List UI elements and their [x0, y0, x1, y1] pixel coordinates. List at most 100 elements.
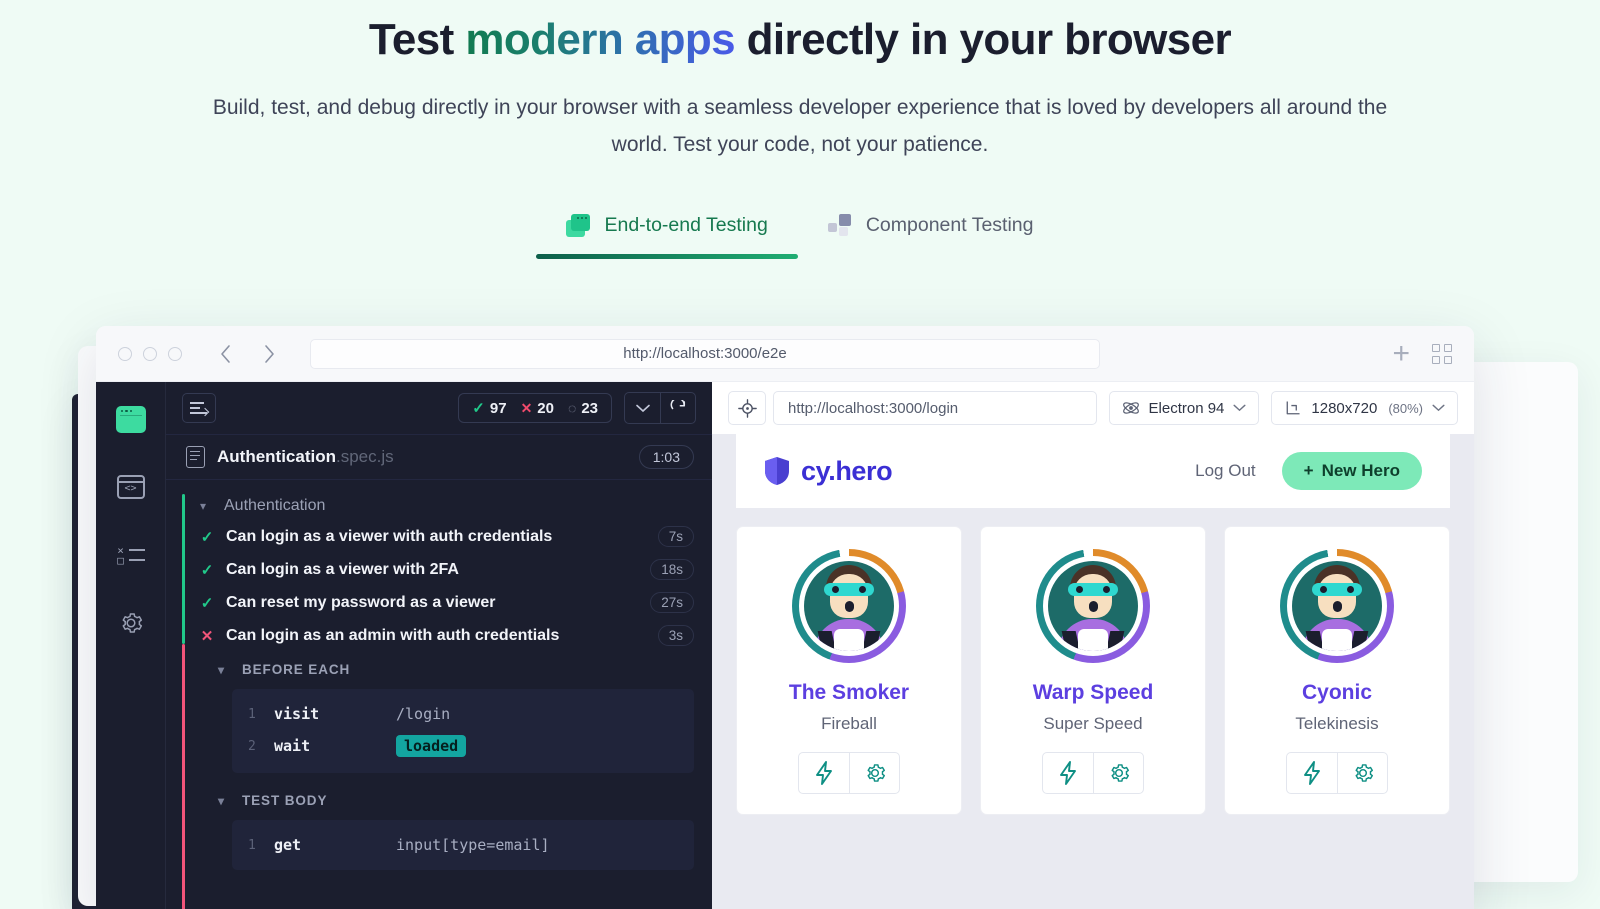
page-root: Test modern apps directly in your browse…: [0, 0, 1600, 909]
test-duration: 27s: [650, 592, 694, 613]
test-title: Can reset my password as a viewer: [226, 594, 495, 612]
rerun-button[interactable]: [660, 392, 696, 424]
aut-header: cy.hero Log Out + New Hero: [736, 434, 1450, 508]
test-duration: 7s: [658, 526, 694, 547]
gear-icon[interactable]: [1093, 753, 1143, 793]
test-title: Can login as a viewer with auth credenti…: [226, 528, 552, 546]
shield-icon: [764, 456, 790, 486]
cross-icon: ✕: [200, 627, 214, 645]
command-name: visit: [274, 705, 396, 723]
browser-window: http://localhost:3000/e2e +: [96, 326, 1474, 909]
test-row[interactable]: ✓ Can reset my password as a viewer 27s: [166, 586, 712, 619]
test-row[interactable]: ✕ Can login as an admin with auth creden…: [166, 619, 712, 652]
test-title: Can login as a viewer with 2FA: [226, 561, 459, 579]
aut-header-actions: Log Out + New Hero: [1195, 452, 1422, 490]
lightning-icon[interactable]: [799, 753, 849, 793]
collapse-button[interactable]: [624, 392, 660, 424]
stat-pending-count: 23: [581, 400, 598, 417]
minimize-window-button[interactable]: [143, 347, 157, 361]
toggle-specs-button[interactable]: [182, 393, 216, 423]
aut-brand-name: cy.hero: [801, 456, 892, 487]
check-icon: ✓: [200, 561, 214, 579]
aut-brand[interactable]: cy.hero: [764, 456, 892, 487]
test-body-section-header[interactable]: ▾ TEST BODY: [166, 783, 712, 816]
viewport-scale-label: (80%): [1388, 401, 1423, 416]
electron-icon: [1122, 399, 1140, 417]
avatar: [792, 549, 906, 663]
reporter-controls: [624, 392, 696, 424]
suite-status-bar-pass: [182, 494, 185, 644]
browser-selector-label: Electron 94: [1149, 400, 1225, 417]
tab-component-testing[interactable]: Component Testing: [798, 208, 1064, 259]
headline-highlight: modern apps: [465, 15, 735, 64]
command-row[interactable]: 1 visit /login: [232, 699, 694, 729]
selector-playground-button[interactable]: [728, 391, 766, 425]
hero-card[interactable]: Warp Speed Super Speed: [980, 526, 1206, 815]
preview-url-field[interactable]: http://localhost:3000/login: [773, 391, 1097, 425]
hero-section: Test modern apps directly in your browse…: [0, 0, 1600, 164]
test-suite-label: Authentication: [224, 497, 325, 515]
chevron-down-icon: ▾: [218, 663, 230, 677]
hero-actions: [1042, 752, 1144, 794]
browser-selector[interactable]: Electron 94: [1109, 391, 1260, 425]
stat-failed: ✕ 20: [521, 400, 554, 417]
section-title: TEST BODY: [242, 793, 327, 808]
command-row[interactable]: 2 wait loaded: [232, 729, 694, 763]
close-window-button[interactable]: [118, 347, 132, 361]
command-name: get: [274, 836, 396, 854]
spec-header-row[interactable]: Authentication.spec.js 1:03: [166, 434, 712, 480]
test-row[interactable]: ✓ Can login as a viewer with auth creden…: [166, 520, 712, 553]
maximize-window-button[interactable]: [168, 347, 182, 361]
hero-card[interactable]: Cyonic Telekinesis: [1224, 526, 1450, 815]
sidebar-item-runs[interactable]: × □: [113, 538, 149, 572]
hero-name: Warp Speed: [991, 681, 1195, 705]
test-suite-row[interactable]: ▾ Authentication: [166, 492, 712, 520]
address-bar[interactable]: http://localhost:3000/e2e: [310, 339, 1100, 369]
chevron-down-icon: [1432, 404, 1445, 412]
spec-duration-badge: 1:03: [639, 445, 694, 469]
suite-status-bar-fail: [182, 644, 185, 909]
plus-icon[interactable]: +: [1392, 339, 1410, 369]
back-button[interactable]: [210, 339, 240, 369]
command-number: 1: [248, 838, 274, 853]
command-tag: loaded: [396, 735, 466, 757]
pending-circle-icon: ◌: [568, 400, 576, 416]
avatar-face: [804, 561, 894, 651]
tab-end-to-end-testing[interactable]: End-to-end Testing: [536, 208, 797, 259]
check-icon: ✓: [200, 528, 214, 546]
reporter-toolbar: ✓ 97 ✕ 20 ◌ 23: [166, 382, 712, 434]
sidebar-item-settings[interactable]: [113, 606, 149, 640]
command-row[interactable]: 1 get input[type=email]: [232, 830, 694, 860]
hero-card[interactable]: The Smoker Fireball: [736, 526, 962, 815]
chevron-down-icon: [1233, 404, 1246, 412]
window-traffic-lights[interactable]: [118, 347, 182, 361]
test-duration: 3s: [658, 625, 694, 646]
sidebar-item-cypress-logo[interactable]: [113, 402, 149, 436]
command-list: 1 get input[type=email]: [232, 820, 694, 870]
test-row[interactable]: ✓ Can login as a viewer with 2FA 18s: [166, 553, 712, 586]
hero-name: Cyonic: [1235, 681, 1439, 705]
gear-icon[interactable]: [849, 753, 899, 793]
chevron-right-icon: [263, 344, 276, 364]
viewport-selector[interactable]: 1280x720 (80%): [1271, 391, 1458, 425]
hook-section-header[interactable]: ▾ BEFORE EACH: [166, 652, 712, 685]
test-reporter: ✓ 97 ✕ 20 ◌ 23: [166, 382, 712, 909]
reload-icon: [670, 400, 687, 417]
lightning-icon[interactable]: [1043, 753, 1093, 793]
new-hero-button[interactable]: + New Hero: [1282, 452, 1422, 490]
chevron-down-icon: ▾: [218, 794, 230, 808]
avatar: [1036, 549, 1150, 663]
cross-icon: ✕: [521, 400, 533, 417]
browser-chrome: http://localhost:3000/e2e +: [96, 326, 1474, 382]
grid-icon[interactable]: [1432, 344, 1452, 364]
check-icon: ✓: [200, 594, 214, 612]
tab-label: End-to-end Testing: [604, 214, 767, 237]
lightning-icon[interactable]: [1287, 753, 1337, 793]
logout-link[interactable]: Log Out: [1195, 461, 1256, 481]
hero-actions: [798, 752, 900, 794]
sidebar-item-specs[interactable]: [113, 470, 149, 504]
gear-icon[interactable]: [1337, 753, 1387, 793]
command-list: 1 visit /login 2 wait loaded: [232, 689, 694, 773]
runs-icon: × □: [117, 545, 145, 565]
forward-button[interactable]: [254, 339, 284, 369]
